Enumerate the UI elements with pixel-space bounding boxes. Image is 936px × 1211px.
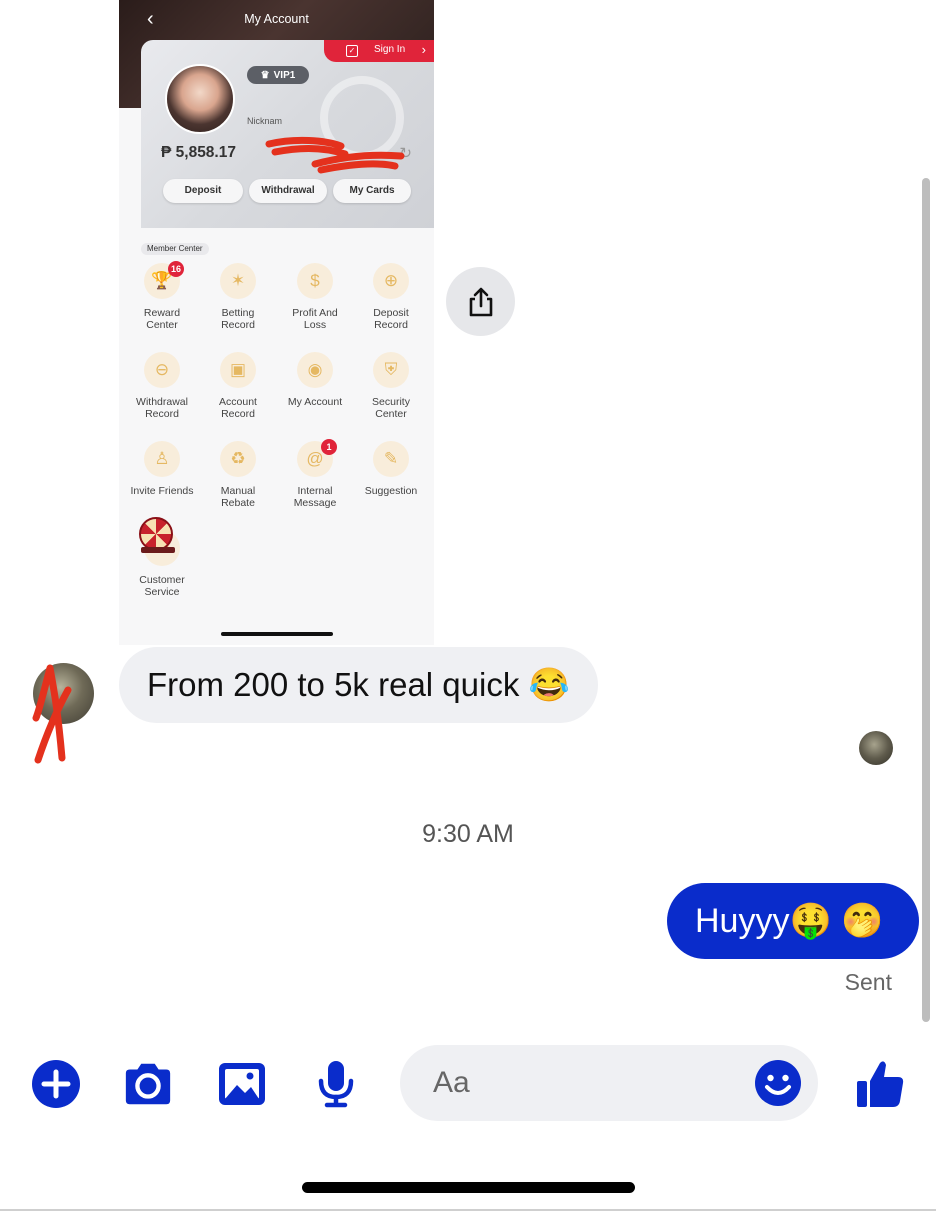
deposit-button: Deposit: [163, 179, 243, 203]
shield-icon: ⛨: [373, 352, 409, 388]
vip-label: VIP1: [273, 69, 296, 81]
notification-badge: 1: [321, 439, 337, 455]
suggestion-item: ✎ Suggestion: [352, 441, 430, 497]
item-label: Record: [221, 319, 255, 331]
account-card: ✓ Sign In › ♛ VIP1 Nicknam ₱ 5,858.17 ↻ …: [141, 40, 434, 228]
seen-receipt-avatar: [859, 731, 893, 765]
vip-badge: ♛ VIP1: [247, 66, 309, 84]
item-label: Withdrawal: [136, 396, 188, 408]
trophy-icon: 🏆 16: [144, 261, 184, 299]
my-account-item: ◉ My Account: [276, 352, 354, 408]
notification-badge: 16: [168, 261, 184, 277]
plus-icon: [32, 1060, 80, 1108]
item-label: Deposit: [373, 307, 409, 319]
home-indicator[interactable]: [302, 1182, 635, 1193]
share-button[interactable]: [446, 267, 515, 336]
profit-loss-item: $ Profit And Loss: [276, 263, 354, 331]
shared-screenshot-image[interactable]: ‹ My Account ✓ Sign In › ♛ VIP1 Nicknam …: [119, 0, 434, 645]
account-record-item: ▣ Account Record: [199, 352, 277, 420]
item-label: Record: [221, 408, 255, 420]
invite-icon: ♙: [144, 441, 180, 477]
account-record-icon: ▣: [220, 352, 256, 388]
my-cards-button: My Cards: [333, 179, 411, 203]
deposit-record-item: ⊕ Deposit Record: [352, 263, 430, 331]
withdrawal-button: Withdrawal: [249, 179, 327, 203]
camera-button[interactable]: [122, 1058, 174, 1110]
item-label: Rebate: [221, 497, 255, 509]
screenshot-title: My Account: [244, 12, 309, 26]
message-input[interactable]: Aa: [400, 1045, 818, 1121]
item-label: Invite Friends: [130, 485, 194, 497]
internal-message-item: @1 Internal Message: [276, 439, 354, 509]
deposit-doc-icon: ⊕: [373, 263, 409, 299]
balance: ₱ 5,858.17: [161, 144, 236, 161]
item-label: Loss: [303, 319, 327, 331]
item-label: My Account: [287, 396, 343, 408]
emoji-icon[interactable]: [754, 1059, 802, 1107]
sign-in-tab: ✓ Sign In ›: [324, 40, 434, 62]
sent-status: Sent: [844, 969, 892, 995]
withdrawal-record-item: ⊖ Withdrawal Record: [123, 352, 201, 420]
item-label: Center: [146, 319, 178, 331]
thumbs-up-icon: [857, 1061, 904, 1107]
received-message-bubble[interactable]: From 200 to 5k real quick 😂: [119, 647, 598, 723]
item-label: Suggestion: [364, 485, 418, 497]
item-label: Customer: [139, 574, 185, 586]
prize-wheel-stand: [141, 547, 175, 553]
betting-record-item: ✶ Betting Record: [199, 263, 277, 331]
scrollbar[interactable]: [922, 178, 930, 1022]
sign-in-label: Sign In: [374, 44, 406, 55]
item-label: Account: [219, 396, 257, 408]
profile-avatar: [165, 64, 235, 134]
item-label: Internal: [297, 485, 333, 497]
item-label: Profit And: [292, 307, 338, 319]
invite-friends-item: ♙ Invite Friends: [123, 441, 201, 497]
sent-message-bubble[interactable]: Huyyy🤑 🤭: [667, 883, 919, 959]
star-icon: ✶: [220, 263, 256, 299]
microphone-icon: [318, 1061, 354, 1108]
item-label: Manual: [220, 485, 256, 497]
like-button[interactable]: [854, 1058, 906, 1110]
item-label: Record: [145, 408, 179, 420]
manual-rebate-item: ♻ Manual Rebate: [199, 441, 277, 509]
item-label: Betting: [221, 307, 255, 319]
microphone-button[interactable]: [310, 1058, 362, 1110]
image-icon: [219, 1063, 265, 1105]
reward-center-item: 🏆 16 Reward Center: [123, 261, 201, 331]
crown-icon: ♛: [260, 69, 270, 81]
item-label: Message: [293, 497, 337, 509]
withdraw-doc-icon: ⊖: [144, 352, 180, 388]
item-label: Service: [144, 586, 180, 598]
dollar-doc-icon: $: [297, 263, 333, 299]
item-label: Reward: [143, 307, 181, 319]
red-redaction-scribble: [32, 664, 72, 764]
security-center-item: ⛨ Security Center: [352, 352, 430, 420]
chevron-right-icon: ›: [421, 42, 426, 57]
gallery-button[interactable]: [216, 1058, 268, 1110]
item-label: Center: [375, 408, 407, 420]
at-icon: @1: [297, 439, 337, 477]
user-icon: ◉: [297, 352, 333, 388]
message-input-placeholder: Aa: [433, 1066, 470, 1099]
item-label: Record: [374, 319, 408, 331]
red-redaction-scribble: [265, 136, 405, 174]
nickname-label: Nicknam: [247, 116, 283, 126]
item-label: Security: [372, 396, 410, 408]
member-center-label: Member Center: [141, 243, 209, 255]
checkbox-icon: ✓: [346, 45, 358, 57]
screenshot-home-indicator: [221, 632, 333, 636]
add-button[interactable]: [30, 1058, 82, 1110]
camera-icon: [125, 1063, 171, 1105]
prize-wheel-icon: [139, 517, 173, 551]
message-timestamp: 9:30 AM: [422, 820, 514, 848]
suggestion-icon: ✎: [373, 441, 409, 477]
rebate-icon: ♻: [220, 441, 256, 477]
share-icon: [469, 287, 492, 316]
